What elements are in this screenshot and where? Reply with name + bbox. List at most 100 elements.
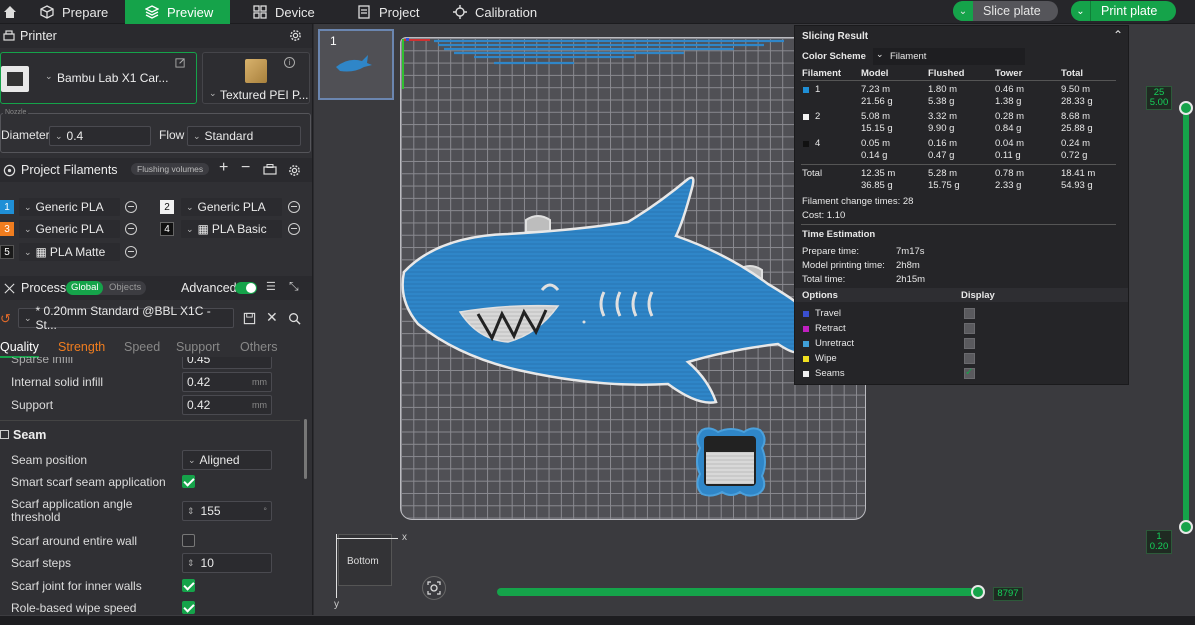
view-cube[interactable]: Bottom xyxy=(338,534,392,586)
stepper-icon[interactable]: ⇕ xyxy=(187,558,195,569)
filament-color-swatch[interactable]: 1 xyxy=(0,200,14,214)
scarf-angle-input[interactable]: ⇕ 155 ° xyxy=(182,501,272,521)
list-icon[interactable]: ☰ xyxy=(266,280,276,293)
top-layer-handle[interactable] xyxy=(1179,101,1193,115)
chevron-down-icon: ⌄ xyxy=(24,223,32,234)
info-icon[interactable]: i xyxy=(284,57,295,68)
travel-display-checkbox[interactable] xyxy=(964,308,975,319)
color-scheme-select[interactable]: ⌄ Filament xyxy=(873,48,1025,65)
slice-plate-button[interactable]: ⌄ Slice plate xyxy=(953,1,1058,21)
seams-display-checkbox[interactable]: ✓ xyxy=(964,367,975,379)
total-time-value: 2h15m xyxy=(896,274,926,285)
gear-icon[interactable] xyxy=(289,29,302,42)
seam-position-select[interactable]: ⌄ Aligned xyxy=(182,450,272,470)
divider xyxy=(801,80,1116,81)
collapse-icon[interactable]: ⌃ xyxy=(1113,28,1123,42)
edit-icon[interactable] xyxy=(175,57,186,68)
device-icon xyxy=(253,5,267,19)
section-title: Project Filaments xyxy=(21,163,118,177)
support-input[interactable]: 0.42 mm xyxy=(182,395,272,415)
wipe-display-checkbox[interactable] xyxy=(964,353,975,364)
remove-icon[interactable]: − xyxy=(241,159,250,177)
diameter-select[interactable]: ⌄ 0.4 xyxy=(49,126,151,146)
global-objects-toggle[interactable]: Global Objects xyxy=(66,281,146,295)
filament-select[interactable]: ⌄ ▦ PLA Matte xyxy=(18,242,121,262)
advanced-toggle[interactable] xyxy=(235,282,257,294)
search-icon[interactable] xyxy=(288,312,301,325)
flushed-length: 1.80 m xyxy=(928,84,958,95)
shark-model-preview xyxy=(401,176,800,404)
sync-printer-icon[interactable] xyxy=(263,164,277,177)
flow-select[interactable]: ⌄ Standard xyxy=(187,126,301,146)
tab-quality[interactable]: Quality xyxy=(0,340,39,358)
tab-support[interactable]: Support xyxy=(176,340,220,354)
scarf-entire-wall-checkbox[interactable] xyxy=(182,534,195,547)
tab-strength[interactable]: Strength xyxy=(58,340,105,354)
filament-select[interactable]: ⌄ Generic PLA xyxy=(18,197,121,217)
slicing-result-title: Slicing Result xyxy=(802,31,869,42)
chevron-down-icon[interactable]: ⌄ xyxy=(953,1,973,21)
smart-scarf-checkbox[interactable] xyxy=(182,475,195,488)
travel-color-swatch xyxy=(803,311,809,317)
tab-calibration[interactable]: Calibration xyxy=(453,0,537,24)
filament-color-swatch[interactable]: 2 xyxy=(160,200,174,214)
add-icon[interactable]: + xyxy=(219,159,228,177)
unretract-display-checkbox[interactable] xyxy=(964,338,975,349)
process-preset-select[interactable]: ⌄ * 0.20mm Standard @BBL X1C - St... xyxy=(18,304,234,332)
filament-change-times: Filament change times: 28 xyxy=(802,196,914,207)
remove-filament-icon[interactable] xyxy=(125,246,137,258)
save-icon[interactable] xyxy=(243,312,256,325)
bottom-layer-handle[interactable] xyxy=(1179,520,1193,534)
chevron-down-icon[interactable]: ⌄ xyxy=(1071,1,1091,21)
layer-slider[interactable] xyxy=(1179,101,1193,534)
scarf-steps-input[interactable]: ⇕ 10 xyxy=(182,553,272,573)
close-icon[interactable]: ✕ xyxy=(266,309,278,326)
role-wipe-speed-checkbox[interactable] xyxy=(182,601,195,614)
remove-filament-icon[interactable] xyxy=(125,223,137,235)
reset-icon[interactable]: ↺ xyxy=(0,311,11,327)
plate-type-selector[interactable]: i ⌄ Textured PEI P... xyxy=(202,52,310,104)
tower-weight: 0.11 g xyxy=(995,150,1021,161)
filament-select[interactable]: ⌄ Generic PLA xyxy=(180,197,283,217)
filament-color-swatch[interactable]: 3 xyxy=(0,222,14,236)
scarf-inner-walls-checkbox[interactable] xyxy=(182,579,195,592)
model-length: 12.35 m xyxy=(861,168,896,179)
scarf-steps-value: 10 xyxy=(200,556,214,570)
total-weight: 28.33 g xyxy=(1061,96,1093,107)
filament-color-swatch[interactable]: 5 xyxy=(0,245,14,259)
remove-filament-icon[interactable] xyxy=(288,223,300,235)
global-option[interactable]: Global xyxy=(66,281,104,295)
support-value: 0.42 xyxy=(187,398,211,412)
home-button[interactable] xyxy=(0,0,20,24)
remove-filament-icon[interactable] xyxy=(288,201,300,213)
tab-speed[interactable]: Speed xyxy=(124,340,160,354)
filament-select[interactable]: ⌄ ▦ PLA Basic xyxy=(180,219,283,239)
cube-icon xyxy=(40,5,54,19)
tab-prepare[interactable]: Prepare xyxy=(40,0,108,24)
objects-option[interactable]: Objects xyxy=(109,281,141,295)
move-slider[interactable] xyxy=(497,585,985,599)
reset-view-button[interactable] xyxy=(422,576,446,600)
compare-icon[interactable]: ⤡ xyxy=(289,279,299,294)
move-slider-handle[interactable] xyxy=(971,585,985,599)
tab-device[interactable]: Device xyxy=(253,0,315,24)
chevron-down-icon: ⌄ xyxy=(24,201,32,212)
flushing-volumes-button[interactable]: Flushing volumes xyxy=(131,163,210,175)
tab-others[interactable]: Others xyxy=(240,340,278,354)
color-scheme-value: Filament xyxy=(890,51,927,62)
filament-select[interactable]: ⌄ Generic PLA xyxy=(18,219,121,239)
stepper-icon[interactable]: ⇕ xyxy=(187,506,195,517)
retract-display-checkbox[interactable] xyxy=(964,323,975,334)
remove-filament-icon[interactable] xyxy=(125,201,137,213)
filament-color-swatch[interactable]: 4 xyxy=(160,222,174,236)
print-plate-button[interactable]: ⌄ Print plate xyxy=(1071,1,1176,21)
tab-preview[interactable]: Preview xyxy=(125,0,230,24)
printer-selector[interactable]: ⌄ Bambu Lab X1 Car... xyxy=(0,52,197,104)
gear-icon[interactable] xyxy=(288,164,301,177)
sparse-infill-input[interactable]: 0.45 xyxy=(182,357,272,369)
plate-thumbnail-1[interactable]: 1 xyxy=(318,29,394,100)
option-label: Retract xyxy=(815,323,846,334)
tab-project[interactable]: Project xyxy=(357,0,419,24)
internal-solid-infill-input[interactable]: 0.42 mm xyxy=(182,372,272,392)
settings-scrollbar[interactable] xyxy=(304,419,307,479)
